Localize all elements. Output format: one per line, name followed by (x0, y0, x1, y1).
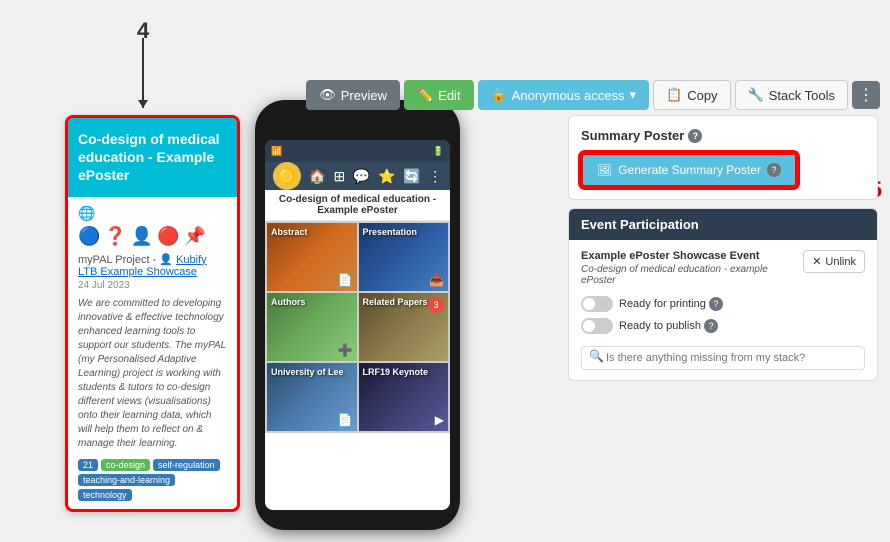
chat-icon: 💬 (353, 168, 370, 185)
university-file-icon: 📄 (338, 413, 353, 427)
event-participation-box: Event Participation Example ePoster Show… (568, 208, 878, 381)
dots-icon: ⋮ (428, 168, 442, 185)
unlink-button[interactable]: ✕ Unlink (803, 250, 865, 273)
tag-technology[interactable]: technology (78, 489, 132, 501)
eye-icon: 👁 (319, 87, 336, 103)
phone-tile-related[interactable]: Related Papers 3 (359, 293, 449, 361)
search-icon: 🔍 (589, 349, 604, 363)
lock-icon: 🔒 (491, 87, 507, 103)
generate-help-icon[interactable]: ? (767, 163, 781, 177)
card-body: 🌐 🔵 ❓ 👤 🔴 📌 myPAL Project - 👤 Kubify LTB… (68, 197, 237, 509)
tag-21[interactable]: 21 (78, 459, 98, 471)
authors-add-icon: ➕ (338, 343, 353, 357)
more-options-button[interactable]: ⋮ (852, 81, 880, 109)
card-tags: 21 co-design self-regulation teaching-an… (78, 459, 227, 501)
phone-tile-university[interactable]: University of Lee 📄 (267, 363, 357, 431)
tag-selfregulation[interactable]: self-regulation (153, 459, 220, 471)
phone-nav-bar: 🟡 🏠 ⊞ 💬 ⭐ 🔄 ⋮ (265, 162, 450, 190)
ready-publish-label: Ready to publish ? (619, 319, 718, 333)
summary-poster-title: Summary Poster ? (581, 128, 865, 143)
presentation-download-icon: 📥 (429, 273, 444, 287)
unlink-icon: ✕ (812, 255, 821, 268)
missing-search-input[interactable] (581, 346, 865, 370)
event-row: Example ePoster Showcase Event Co-design… (581, 250, 865, 286)
card-author: myPAL Project - 👤 Kubify LTB Example Sho… (78, 253, 227, 278)
globe-icon: 🌐 (78, 205, 227, 222)
phone-tile-presentation[interactable]: Presentation 📥 (359, 223, 449, 291)
person-icon: 👤 (159, 254, 173, 266)
refresh-icon: 🔄 (403, 168, 420, 185)
tag-codesign[interactable]: co-design (101, 459, 150, 471)
tag-teaching[interactable]: teaching-and-learning (78, 474, 175, 486)
grid-icon: ⊞ (334, 168, 346, 185)
generate-summary-button[interactable]: 🖼 Generate Summary Poster ? (581, 153, 797, 187)
eposter-card: Co-design of medical education - Example… (65, 115, 240, 512)
image-icon: 🖼 (597, 163, 612, 177)
card-date: 24 Jul 2023 (78, 280, 227, 291)
printing-help-icon[interactable]: ? (709, 297, 723, 311)
event-subtitle: Co-design of medical education - example… (581, 264, 803, 286)
phone-mockup: 📶 🔋 🟡 🏠 ⊞ 💬 ⭐ 🔄 ⋮ Co-design of medical e… (255, 100, 460, 530)
app-icon: 🟡 (273, 162, 301, 190)
phone-eposter-title: Co-design of medical education - Example… (265, 190, 450, 221)
ready-printing-label: Ready for printing ? (619, 297, 723, 311)
phone-status-bar: 📶 🔋 (265, 140, 450, 162)
summary-poster-box: Summary Poster ? 🖼 Generate Summary Post… (568, 115, 878, 200)
card-title: Co-design of medical education - Example… (78, 131, 220, 183)
phone-screen: 📶 🔋 🟡 🏠 ⊞ 💬 ⭐ 🔄 ⋮ Co-design of medical e… (265, 140, 450, 510)
missing-search-row: 🔍 (581, 342, 865, 370)
arrow-4 (142, 38, 144, 108)
ready-printing-row: Ready for printing ? (581, 296, 865, 312)
event-info: Example ePoster Showcase Event Co-design… (581, 250, 803, 286)
dropdown-icon: ▾ (629, 87, 636, 103)
preview-button[interactable]: 👁 Preview (306, 80, 400, 110)
event-name: Example ePoster Showcase Event (581, 250, 803, 262)
wrench-icon: 🔧 (748, 87, 764, 103)
publish-help-icon[interactable]: ? (704, 319, 718, 333)
summary-help-icon[interactable]: ? (688, 129, 702, 143)
edit-button[interactable]: ✏️ Edit (404, 80, 474, 110)
phone-tile-lrf[interactable]: LRF19 Keynote ▶ (359, 363, 449, 431)
edit-icon: ✏️ (417, 87, 433, 103)
card-description: We are committed to developing innovativ… (78, 297, 227, 451)
ready-publish-toggle[interactable] (581, 318, 613, 334)
card-header: Co-design of medical education - Example… (68, 118, 237, 197)
copy-icon: 📋 (666, 87, 682, 103)
phone-tile-authors[interactable]: Authors ➕ (267, 293, 357, 361)
anonymous-access-button[interactable]: 🔒 Anonymous access ▾ (478, 80, 649, 110)
star-icon: ⭐ (378, 168, 395, 185)
toolbar: 👁 Preview ✏️ Edit 🔒 Anonymous access ▾ 📋… (306, 80, 880, 110)
phone-tile-abstract[interactable]: Abstract 📄 (267, 223, 357, 291)
home-icon: 🏠 (308, 168, 325, 185)
ready-printing-toggle[interactable] (581, 296, 613, 312)
event-box-body: Example ePoster Showcase Event Co-design… (569, 240, 877, 380)
abstract-file-icon: 📄 (338, 273, 353, 287)
event-box-title: Event Participation (569, 209, 877, 240)
lrf-play-icon: ▶ (435, 413, 444, 427)
copy-button[interactable]: 📋 Copy (653, 80, 731, 110)
card-icons: 🔵 ❓ 👤 🔴 📌 (78, 226, 227, 247)
stack-tools-button[interactable]: 🔧 Stack Tools (735, 80, 848, 110)
ready-publish-row: Ready to publish ? (581, 318, 865, 334)
right-panel: Summary Poster ? 🖼 Generate Summary Post… (568, 115, 878, 381)
phone-tile-grid: Abstract 📄 Presentation 📥 Authors ➕ Rela… (265, 221, 450, 433)
